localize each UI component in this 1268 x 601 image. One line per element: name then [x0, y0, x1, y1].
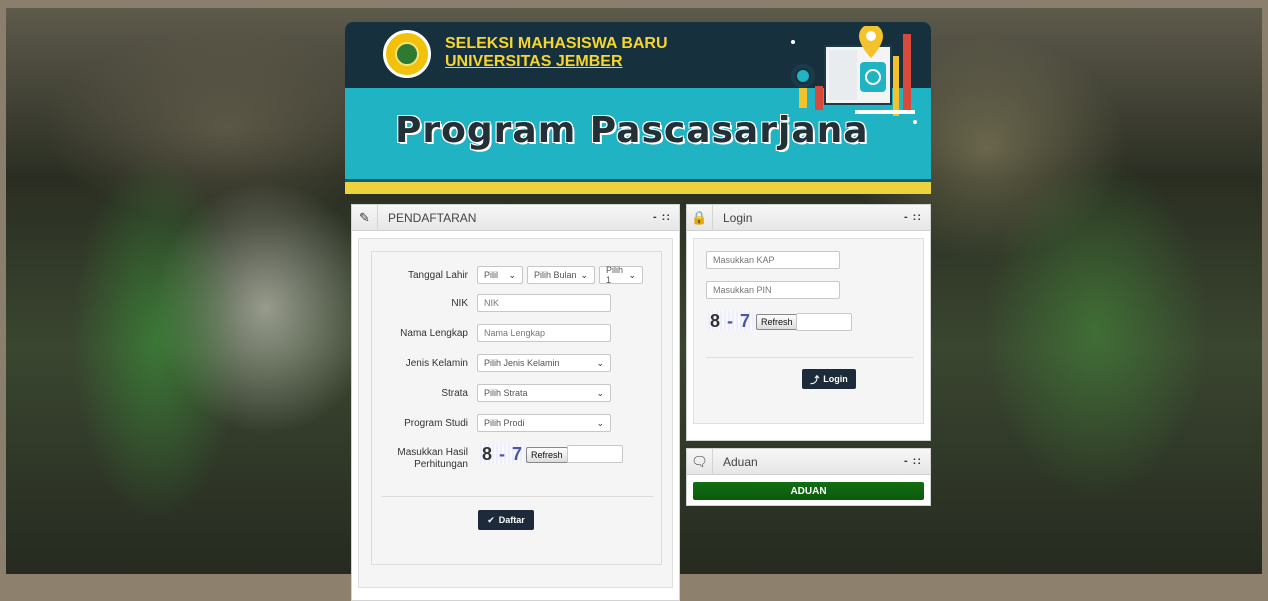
login-captcha-refresh-button[interactable]: Refresh	[756, 314, 798, 330]
month-select[interactable]: Pilih Bulan ⌄	[527, 266, 595, 284]
header-banner: SELEKSI MAHASISWA BARU UNIVERSITAS JEMBE…	[345, 22, 931, 194]
pendaftaran-title: PENDAFTARAN	[388, 210, 477, 225]
aduan-button[interactable]: ADUAN	[693, 482, 924, 500]
program-studi-select[interactable]: Pilih Prodi ⌄	[477, 414, 611, 432]
captcha-answer-input[interactable]	[567, 445, 623, 463]
nama-lengkap-input[interactable]: Nama Lengkap	[477, 324, 611, 342]
panel-controls[interactable]: - ::	[904, 455, 922, 467]
banner-yellow-stripe	[345, 182, 931, 194]
nama-lengkap-label: Nama Lengkap	[400, 328, 468, 339]
login-button[interactable]: ⤴ Login	[802, 369, 856, 389]
chevron-down-icon: ⌄	[580, 269, 588, 280]
chevron-down-icon: ⌄	[596, 357, 604, 368]
program-studi-label: Program Studi	[404, 418, 468, 429]
check-icon: ✔	[487, 514, 495, 525]
year-select[interactable]: Pilih 1 ⌄	[599, 265, 643, 285]
strata-select[interactable]: Pilih Strata ⌄	[477, 384, 611, 402]
comment-icon: 🗨	[687, 448, 713, 475]
jenis-kelamin-select[interactable]: Pilih Jenis Kelamin ⌄	[477, 354, 611, 372]
nik-label: NIK	[451, 298, 468, 309]
chevron-down-icon: ⌄	[596, 417, 604, 428]
divider	[382, 496, 653, 497]
login-title: Login	[723, 210, 753, 225]
captcha-label: Masukkan Hasil Perhitungan	[397, 447, 468, 470]
aduan-title: Aduan	[723, 454, 758, 469]
chevron-down-icon: ⌄	[508, 269, 516, 280]
login-header: 🔒 Login - ::	[687, 204, 930, 231]
tanggal-lahir-label: Tanggal Lahir	[407, 270, 468, 281]
daftar-button[interactable]: ✔ Daftar	[478, 510, 534, 530]
captcha-image: 8 - 7	[708, 311, 754, 331]
aduan-header: 🗨 Aduan - ::	[687, 448, 930, 475]
captcha-image: 8 - 7	[480, 444, 526, 464]
lock-icon: 🔒	[687, 204, 713, 231]
university-logo	[383, 30, 431, 78]
education-illustration	[791, 26, 917, 124]
jenis-kelamin-label: Jenis Kelamin	[405, 358, 468, 369]
pin-input[interactable]: Masukkan PIN	[706, 281, 840, 299]
panel-controls[interactable]: - ::	[653, 211, 671, 223]
edit-icon: ✎	[352, 204, 378, 231]
pendaftaran-form: Tanggal Lahir Pilil ⌄ Pilih Bulan ⌄ Pilih …	[371, 251, 662, 565]
pendaftaran-well: Tanggal Lahir Pilil ⌄ Pilih Bulan ⌄ Pilih …	[358, 238, 673, 588]
chevron-down-icon: ⌄	[628, 269, 636, 280]
login-panel: 🔒 Login - :: Masukkan KAP Masukkan PIN 8…	[686, 204, 931, 441]
pendaftaran-header: ✎ PENDAFTARAN - ::	[352, 204, 679, 231]
pendaftaran-panel: ✎ PENDAFTARAN - :: Tanggal Lahir Pilil ⌄ …	[351, 204, 680, 601]
banner-title-line2: UNIVERSITAS JEMBER	[445, 53, 623, 70]
aduan-panel: 🗨 Aduan - :: ADUAN	[686, 448, 931, 506]
chevron-down-icon: ⌄	[596, 387, 604, 398]
sign-in-icon: ⤴	[810, 374, 820, 385]
captcha-refresh-button[interactable]: Refresh	[526, 447, 568, 463]
login-captcha-input[interactable]	[796, 313, 852, 331]
nik-input[interactable]: NIK	[477, 294, 611, 312]
day-select[interactable]: Pilil ⌄	[477, 266, 523, 284]
divider	[706, 357, 913, 358]
strata-label: Strata	[441, 388, 468, 399]
banner-title: SELEKSI MAHASISWA BARU UNIVERSITAS JEMBE…	[445, 35, 668, 71]
kap-input[interactable]: Masukkan KAP	[706, 251, 840, 269]
panel-controls[interactable]: - ::	[904, 211, 922, 223]
login-well: Masukkan KAP Masukkan PIN 8 - 7 Refresh …	[693, 238, 924, 424]
banner-title-line1: SELEKSI MAHASISWA BARU	[445, 35, 668, 52]
